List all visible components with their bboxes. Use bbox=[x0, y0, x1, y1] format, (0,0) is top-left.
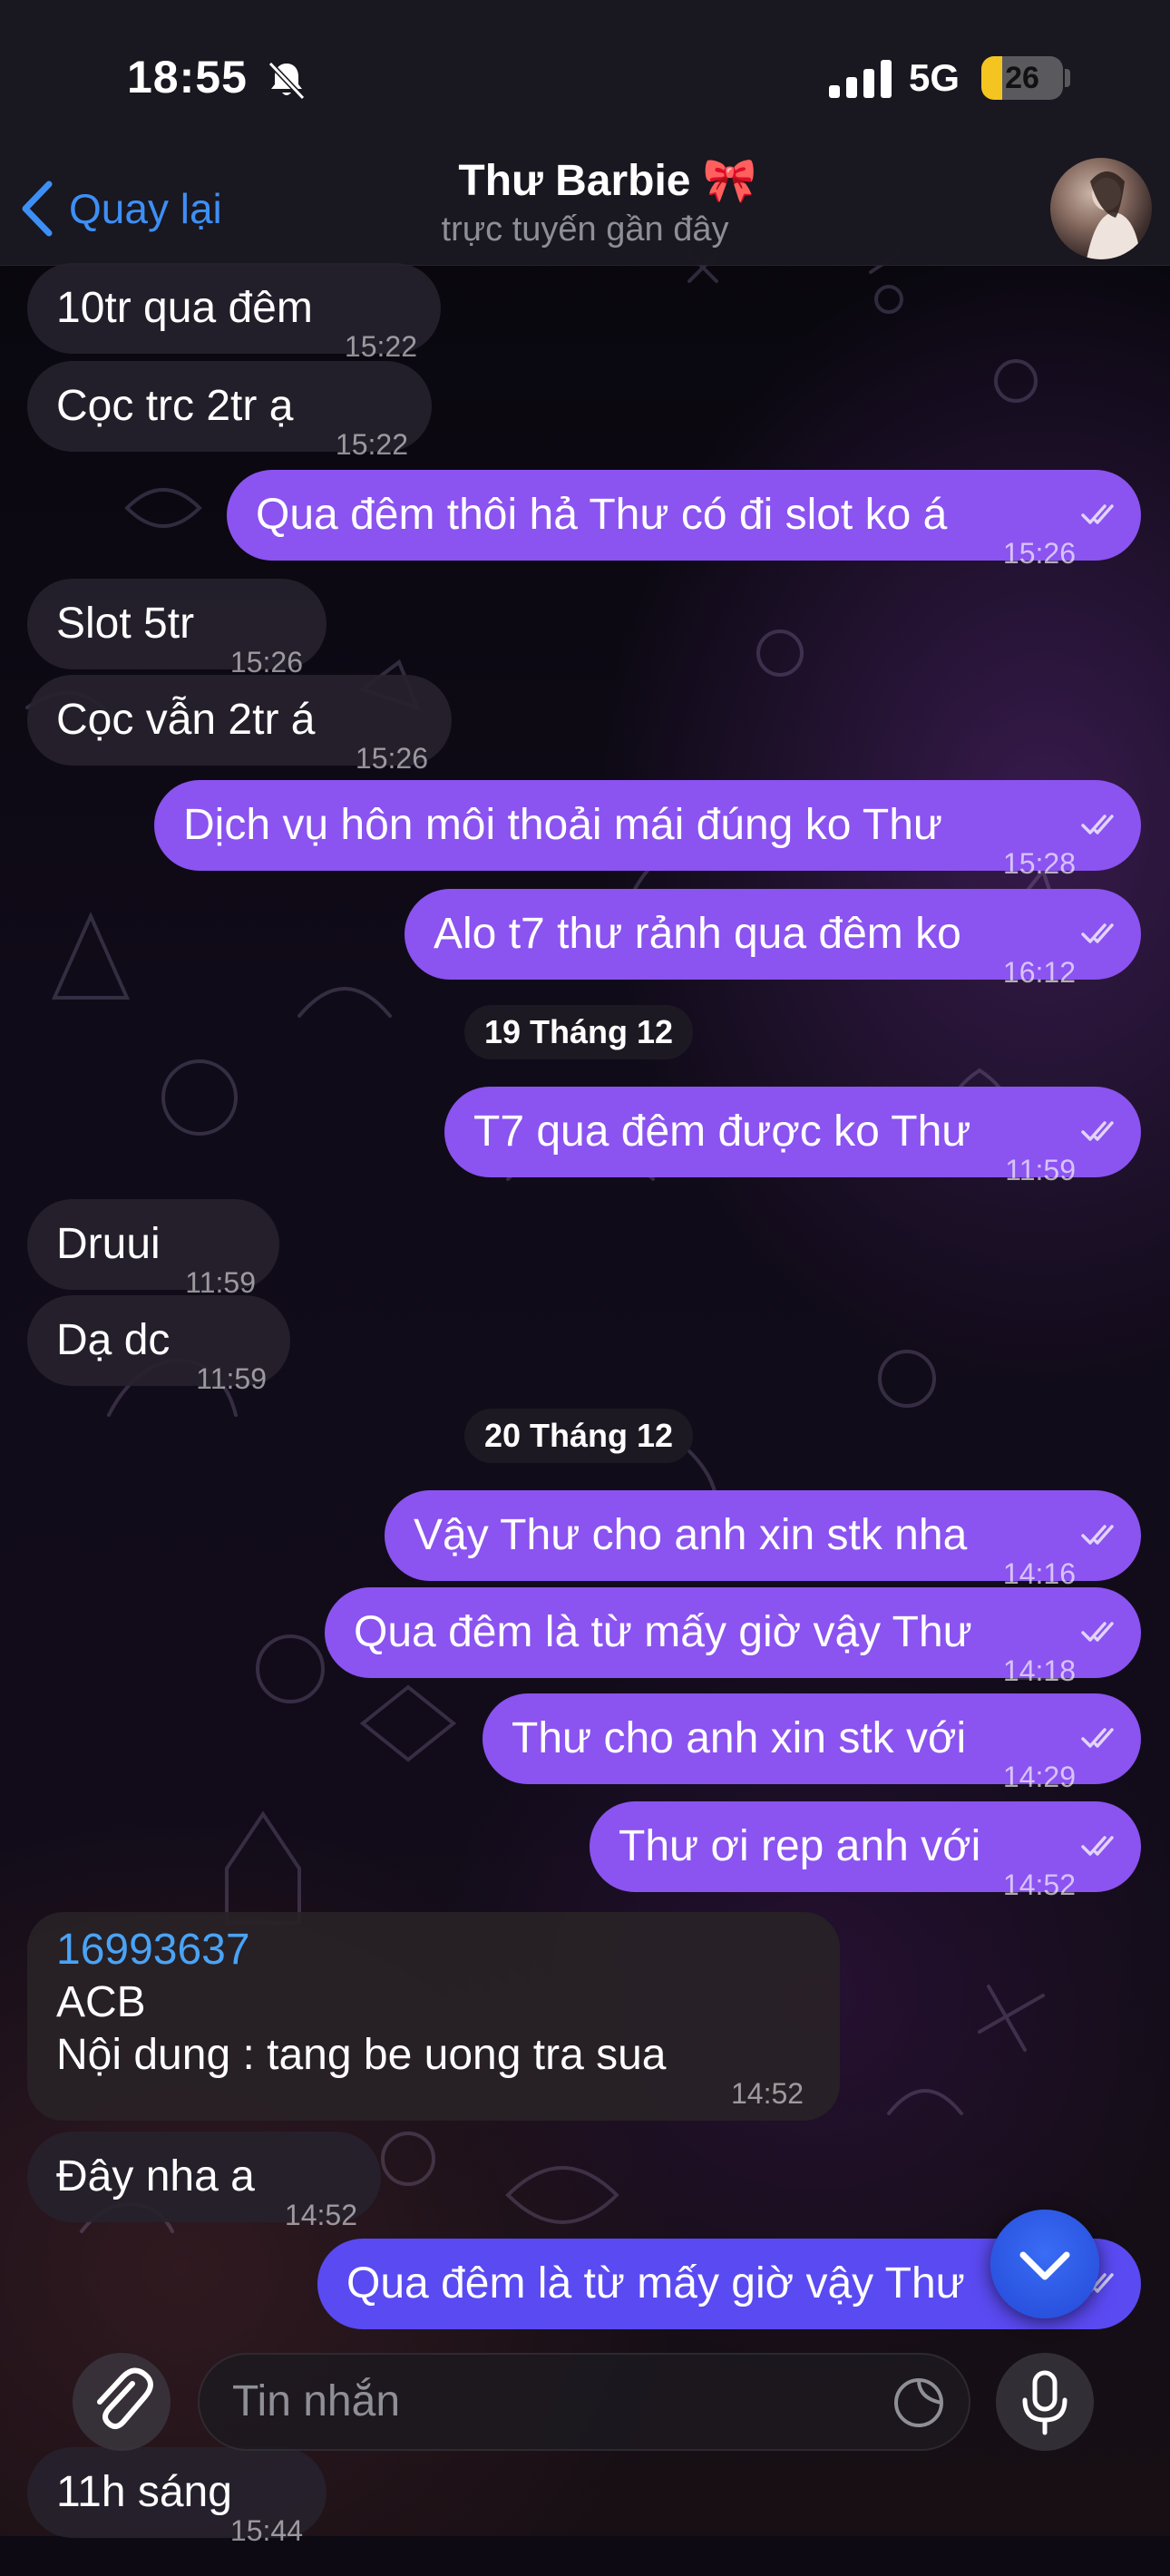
message-bubble-outgoing[interactable]: Qua đêm là từ mấy giờ vậy Thư 14:18 bbox=[325, 1587, 1141, 1687]
message-bubble-outgoing[interactable]: Qua đêm thôi hả Thư có đi slot ko á 15:26 bbox=[227, 470, 1141, 570]
message-text: T7 qua đêm được ko Thư bbox=[473, 1107, 971, 1156]
message-bubble-incoming[interactable]: Dạ dc 11:59 bbox=[27, 1295, 290, 1395]
message-text: Cọc trc 2tr ạ bbox=[56, 382, 294, 430]
battery-indicator: 26 bbox=[981, 56, 1063, 100]
microphone-icon bbox=[1022, 2370, 1068, 2435]
message-time: 15:26 bbox=[1002, 537, 1076, 570]
message-bubble-incoming[interactable]: Cọc vẫn 2tr á 15:26 bbox=[27, 675, 452, 775]
read-receipt-icon bbox=[1081, 815, 1114, 834]
voice-message-button[interactable] bbox=[996, 2353, 1094, 2451]
message-text: Thư cho anh xin stk với bbox=[512, 1714, 967, 1762]
date-separator: 19 Tháng 12 bbox=[464, 1005, 694, 1059]
read-receipt-icon bbox=[1081, 1728, 1114, 1748]
message-text: Dạ dc bbox=[56, 1316, 171, 1364]
message-text: Vậy Thư cho anh xin stk nha bbox=[414, 1511, 968, 1559]
message-bubble-outgoing[interactable]: Dịch vụ hôn môi thoải mái đúng ko Thư 15:… bbox=[154, 780, 1141, 880]
paperclip-icon bbox=[97, 2367, 153, 2429]
read-receipt-icon bbox=[1081, 1121, 1114, 1141]
message-text: Qua đêm là từ mấy giờ vậy Thư bbox=[346, 2259, 965, 2308]
message-input-placeholder: Tin nhắn bbox=[232, 2377, 401, 2425]
message-bubble-incoming[interactable]: Cọc trc 2tr ạ 15:22 bbox=[27, 361, 432, 461]
message-bubble-outgoing[interactable]: Vậy Thư cho anh xin stk nha 14:16 bbox=[385, 1490, 1141, 1590]
attach-button[interactable] bbox=[73, 2353, 171, 2451]
message-time: 15:44 bbox=[229, 2514, 303, 2547]
message-time: 14:52 bbox=[1002, 1869, 1076, 1901]
battery-cap bbox=[1065, 69, 1070, 87]
message-text: 11h sáng bbox=[56, 2468, 232, 2516]
message-text: Thư ơi rep anh với bbox=[619, 1822, 981, 1870]
signal-icon bbox=[829, 60, 892, 98]
read-receipt-icon bbox=[1081, 1622, 1114, 1642]
message-text: ACB bbox=[56, 1978, 146, 2026]
message-time: 11:59 bbox=[1005, 1154, 1076, 1186]
chevron-down-icon bbox=[1019, 2251, 1070, 2280]
message-time: 14:52 bbox=[731, 2077, 804, 2110]
chat-header: 18:55 5G 26 Quay lại Thư Barbie 🎀 trực t… bbox=[0, 0, 1170, 266]
chevron-left-icon bbox=[22, 181, 53, 237]
message-time: 16:12 bbox=[1002, 956, 1076, 989]
read-receipt-icon bbox=[1081, 504, 1114, 524]
bell-muted-icon bbox=[268, 61, 306, 101]
contact-avatar[interactable] bbox=[1050, 158, 1152, 259]
message-bubble-incoming[interactable]: Druui 11:59 bbox=[27, 1199, 279, 1299]
message-bubble-incoming[interactable]: 16993637 ACB Nội dung : tang be uong tra … bbox=[27, 1912, 840, 2121]
message-bubble-incoming[interactable]: Slot 5tr 15:26 bbox=[27, 579, 327, 678]
read-receipt-icon bbox=[1081, 1836, 1114, 1856]
message-bubble-incoming[interactable]: Đây nha a 14:52 bbox=[27, 2132, 381, 2231]
message-bubble-incoming[interactable]: 10tr qua đêm 15:22 bbox=[27, 263, 441, 363]
message-text: Qua đêm thôi hả Thư có đi slot ko á bbox=[256, 491, 948, 539]
message-text: Cọc vẫn 2tr á bbox=[56, 696, 316, 744]
message-text: 10tr qua đêm bbox=[56, 284, 313, 332]
back-button[interactable]: Quay lại bbox=[16, 172, 222, 245]
message-bubble-incoming[interactable]: 11h sáng 15:44 bbox=[27, 2447, 327, 2547]
chat-title[interactable]: Thư Barbie 🎀 bbox=[426, 154, 789, 206]
message-text: Slot 5tr bbox=[56, 600, 195, 648]
message-text: Alo t7 thư rảnh qua đêm ko bbox=[434, 910, 961, 958]
message-text: Dịch vụ hôn môi thoải mái đúng ko Thư bbox=[183, 801, 943, 849]
message-bubble-outgoing[interactable]: T7 qua đêm được ko Thư 11:59 bbox=[444, 1087, 1141, 1186]
message-text: Nội dung : tang be uong tra sua bbox=[56, 2031, 667, 2079]
message-bubble-outgoing[interactable]: Thư ơi rep anh với 14:52 bbox=[590, 1801, 1141, 1901]
network-type: 5G bbox=[909, 56, 960, 99]
message-input[interactable]: Tin nhắn bbox=[198, 2353, 970, 2451]
account-number-link[interactable]: 16993637 bbox=[56, 1925, 250, 1975]
message-time: 11:59 bbox=[196, 1362, 267, 1395]
back-label: Quay lại bbox=[69, 185, 222, 232]
scroll-down-button[interactable] bbox=[990, 2210, 1099, 2318]
message-bubble-outgoing[interactable]: Thư cho anh xin stk với 14:29 bbox=[483, 1693, 1141, 1793]
read-receipt-icon bbox=[1081, 923, 1114, 943]
avatar-photo bbox=[1087, 171, 1141, 259]
message-bubble-outgoing[interactable]: Alo t7 thư rảnh qua đêm ko 16:12 bbox=[405, 889, 1141, 989]
status-time: 18:55 bbox=[127, 52, 248, 102]
battery-percent: 26 bbox=[1005, 61, 1039, 95]
chat-status: trực tuyến gần đây bbox=[441, 210, 729, 249]
date-separator: 20 Tháng 12 bbox=[464, 1409, 694, 1463]
message-text: Đây nha a bbox=[56, 2152, 255, 2200]
message-text: Qua đêm là từ mấy giờ vậy Thư bbox=[354, 1608, 972, 1656]
sticker-icon[interactable] bbox=[892, 2376, 945, 2429]
message-text: Druui bbox=[56, 1220, 161, 1268]
read-receipt-icon bbox=[1081, 1525, 1114, 1545]
